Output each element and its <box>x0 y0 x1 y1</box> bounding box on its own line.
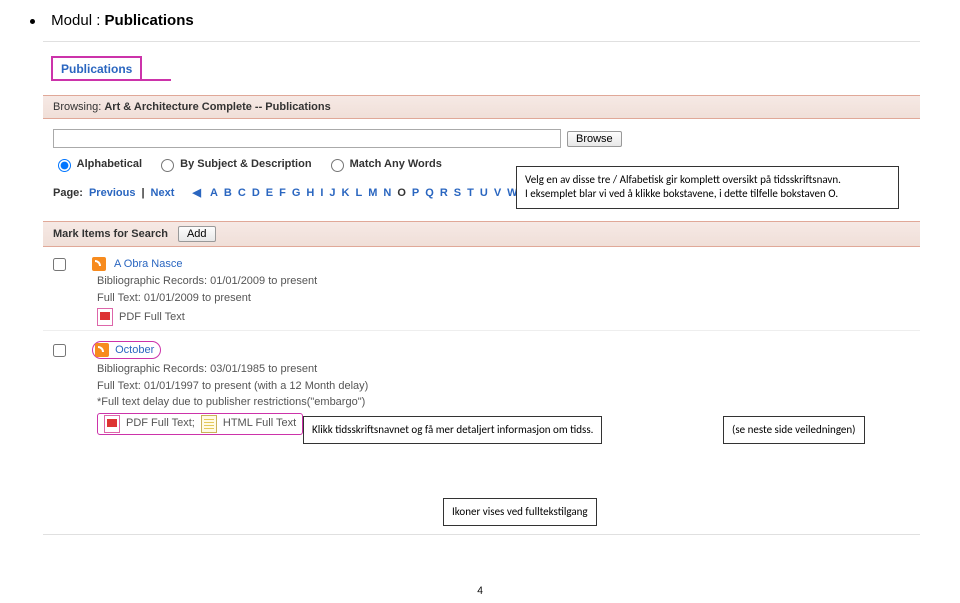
letter-E[interactable]: E <box>266 187 273 199</box>
search-input[interactable] <box>53 129 561 148</box>
fulltext-row: PDF Full Text <box>97 308 910 326</box>
pdf-icon[interactable] <box>97 308 113 326</box>
letter-F[interactable]: F <box>279 187 286 199</box>
publication-link[interactable]: A Obra Nasce <box>114 258 182 270</box>
letter-H[interactable]: H <box>306 187 314 199</box>
rss-icon[interactable] <box>95 343 109 357</box>
radio-subject-label[interactable]: By Subject & Description <box>156 156 311 172</box>
letter-K[interactable]: K <box>342 187 350 199</box>
add-button[interactable]: Add <box>178 226 216 242</box>
prev-link[interactable]: Previous <box>89 187 135 199</box>
tab-publications[interactable]: Publications <box>51 56 142 81</box>
letter-A[interactable]: A <box>210 187 218 199</box>
radio-match[interactable] <box>331 159 344 172</box>
callout-line2: I eksemplet blar vi ved å klikke bokstav… <box>525 187 890 201</box>
highlighted-title: October <box>92 341 161 359</box>
letter-I[interactable]: I <box>320 187 323 199</box>
tab-row: Publications <box>51 56 920 81</box>
letters-container: ABCDEFGHIJKLMNOPQRSTUVWXYZ <box>207 187 560 199</box>
browsing-value: Art & Architecture Complete -- Publicati… <box>104 101 330 113</box>
bib-line: Bibliographic Records: 03/01/1985 to pre… <box>97 361 910 378</box>
letter-V[interactable]: V <box>494 187 501 199</box>
letter-S[interactable]: S <box>454 187 461 199</box>
pdf-icon[interactable] <box>104 415 120 433</box>
radio-match-label[interactable]: Match Any Words <box>326 156 442 172</box>
result-checkbox[interactable] <box>53 258 66 271</box>
letter-Q[interactable]: Q <box>425 187 434 199</box>
screenshot-frame: Publications Browsing: Art & Architectur… <box>43 41 920 535</box>
callout-line1: Velg en av disse tre / Alfabetisk gir ko… <box>525 173 890 187</box>
letter-N[interactable]: N <box>383 187 391 199</box>
browsing-label: Browsing: <box>53 101 104 113</box>
mark-bar: Mark Items for Search Add <box>43 221 920 247</box>
letter-C[interactable]: C <box>238 187 246 199</box>
callout-radio: Velg en av disse tre / Alfabetisk gir ko… <box>516 166 899 209</box>
pdf-label: PDF Full Text <box>119 309 185 326</box>
letter-J[interactable]: J <box>329 187 335 199</box>
bullet-icon <box>30 19 35 24</box>
browsing-bar: Browsing: Art & Architecture Complete --… <box>43 95 920 119</box>
radio-alpha[interactable] <box>58 159 71 172</box>
letter-M[interactable]: M <box>368 187 377 199</box>
letter-G[interactable]: G <box>292 187 301 199</box>
letter-T[interactable]: T <box>467 187 474 199</box>
publication-link[interactable]: October <box>115 344 154 356</box>
result-head: A Obra Nasce <box>53 257 910 271</box>
fulltext-icons-box: PDF Full Text; HTML Full Text <box>97 413 303 435</box>
html-icon[interactable] <box>201 415 217 433</box>
next-link[interactable]: Next <box>151 187 175 199</box>
result-item: A Obra Nasce Bibliographic Records: 01/0… <box>43 247 920 331</box>
mark-label: Mark Items for Search <box>53 228 168 240</box>
radio-subject-text: By Subject & Description <box>180 158 311 170</box>
callout-next: (se neste side veiledningen) <box>723 416 865 444</box>
letter-L[interactable]: L <box>356 187 363 199</box>
callout-icons: Ikoner vises ved fulltekstilgang <box>443 498 597 526</box>
header-prefix: Modul : <box>51 12 104 29</box>
bib-line: Bibliographic Records: 01/01/2009 to pre… <box>97 273 910 290</box>
page-sep: | <box>141 187 144 199</box>
letter-R[interactable]: R <box>440 187 448 199</box>
radio-alpha-label[interactable]: Alphabetical <box>53 156 142 172</box>
rss-icon[interactable] <box>92 257 106 271</box>
pdf-label: PDF Full Text; <box>126 415 195 432</box>
radio-alpha-text: Alphabetical <box>77 158 142 170</box>
browse-button[interactable]: Browse <box>567 131 622 147</box>
page-label: Page: <box>53 187 83 199</box>
callout-title: Klikk tidsskriftsnavnet og få mer detalj… <box>303 416 602 444</box>
letter-D[interactable]: D <box>252 187 260 199</box>
radio-match-text: Match Any Words <box>350 158 442 170</box>
result-checkbox[interactable] <box>53 344 66 357</box>
ft-line: Full Text: 01/01/1997 to present (with a… <box>97 378 910 395</box>
letter-U[interactable]: U <box>480 187 488 199</box>
search-row: Browse <box>43 125 920 152</box>
page-number: 4 <box>0 584 960 597</box>
letter-P[interactable]: P <box>412 187 419 199</box>
header-title: Publications <box>105 12 194 29</box>
ft-line: Full Text: 01/01/2009 to present <box>97 290 910 307</box>
arrow-left-icon[interactable]: ◀ <box>192 186 200 199</box>
letter-B[interactable]: B <box>224 187 232 199</box>
result-body: Bibliographic Records: 01/01/2009 to pre… <box>97 271 910 326</box>
result-head: October <box>53 341 910 359</box>
radio-subject[interactable] <box>161 159 174 172</box>
page-header: Modul : Publications <box>0 0 960 37</box>
embargo-line: *Full text delay due to publisher restri… <box>97 394 910 411</box>
letter-O[interactable]: O <box>397 187 406 199</box>
html-label: HTML Full Text <box>223 415 296 432</box>
